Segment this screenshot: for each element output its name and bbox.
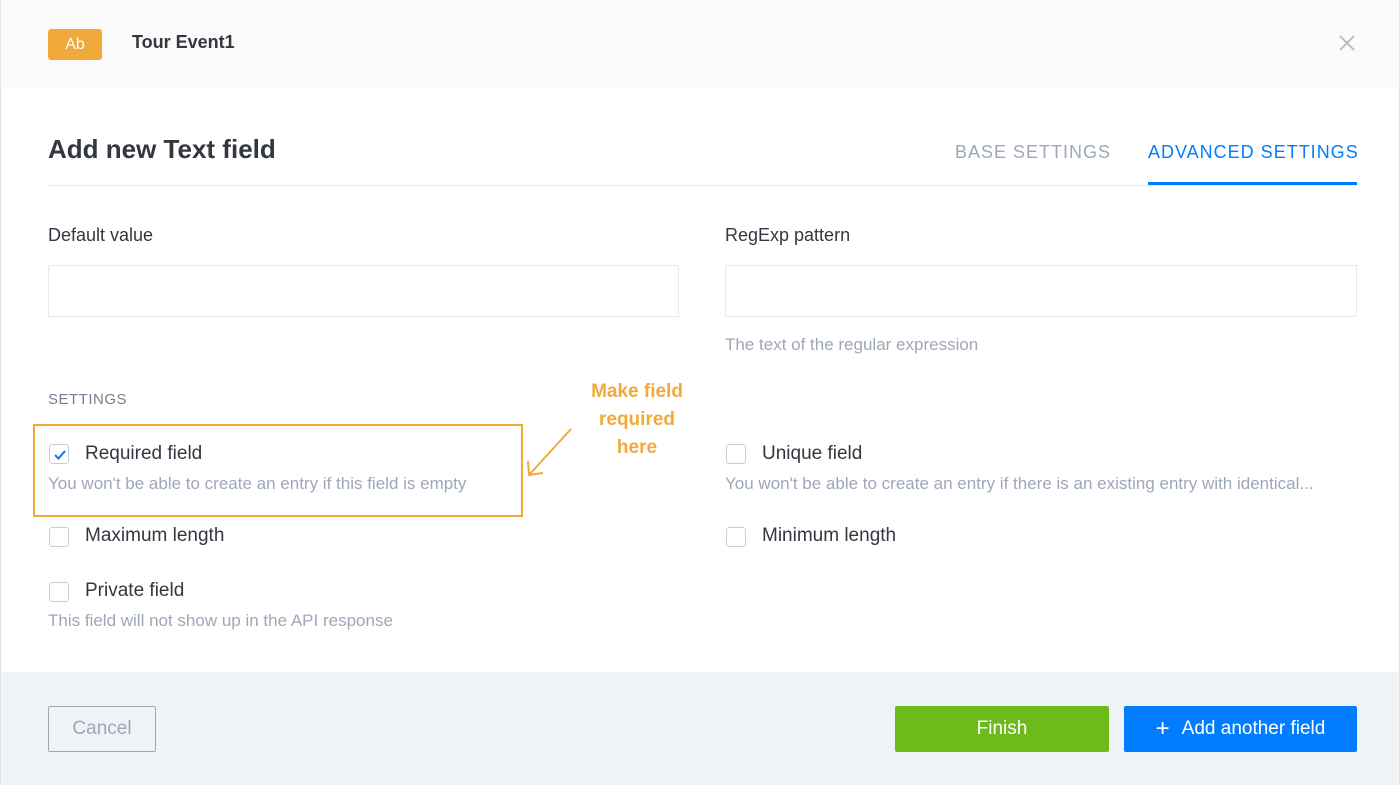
unique-field-description: You won't be able to create an entry if … — [725, 474, 1314, 493]
modal: Ab Tour Event1 Add new Text field BASE S… — [0, 0, 1400, 785]
annotation-arrow-icon — [527, 428, 572, 477]
private-field-checkbox[interactable] — [49, 582, 69, 602]
annotation-line: required — [598, 409, 676, 430]
unique-field-label[interactable]: Unique field — [762, 443, 862, 465]
annotation-text: Make field required here — [567, 378, 707, 462]
default-value-label: Default value — [48, 225, 154, 245]
annotation-line: Make field — [591, 381, 683, 402]
unique-field-checkbox[interactable] — [726, 444, 746, 464]
annotation-highlight-box — [33, 424, 523, 517]
regexp-input[interactable] — [725, 265, 1357, 317]
plus-icon: + — [1155, 715, 1170, 742]
private-field-label[interactable]: Private field — [85, 580, 184, 602]
modal-title: Add new Text field — [48, 134, 276, 164]
maximum-length-label[interactable]: Maximum length — [85, 525, 224, 547]
minimum-length-checkbox[interactable] — [726, 527, 746, 547]
add-another-field-label: Add another field — [1181, 718, 1326, 739]
divider — [48, 185, 1357, 186]
cancel-button[interactable]: Cancel — [48, 706, 156, 752]
close-icon[interactable] — [1334, 30, 1360, 56]
content-type-badge: Ab — [48, 29, 102, 60]
regexp-label: RegExp pattern — [725, 225, 851, 245]
finish-button[interactable]: Finish — [895, 706, 1109, 752]
modal-header: Ab Tour Event1 — [1, 0, 1399, 88]
content-type-name: Tour Event1 — [132, 32, 235, 52]
tab-advanced-settings[interactable]: ADVANCED SETTINGS — [1148, 142, 1359, 163]
default-value-input[interactable] — [48, 265, 679, 317]
minimum-length-label[interactable]: Minimum length — [762, 525, 896, 547]
annotation-line: here — [616, 437, 658, 458]
regexp-helper-text: The text of the regular expression — [725, 335, 979, 354]
settings-heading: SETTINGS — [48, 391, 128, 408]
add-another-field-button[interactable]: + Add another field — [1124, 706, 1357, 752]
maximum-length-checkbox[interactable] — [49, 527, 69, 547]
private-field-description: This field will not show up in the API r… — [48, 611, 393, 630]
tab-base-settings[interactable]: BASE SETTINGS — [955, 142, 1111, 163]
